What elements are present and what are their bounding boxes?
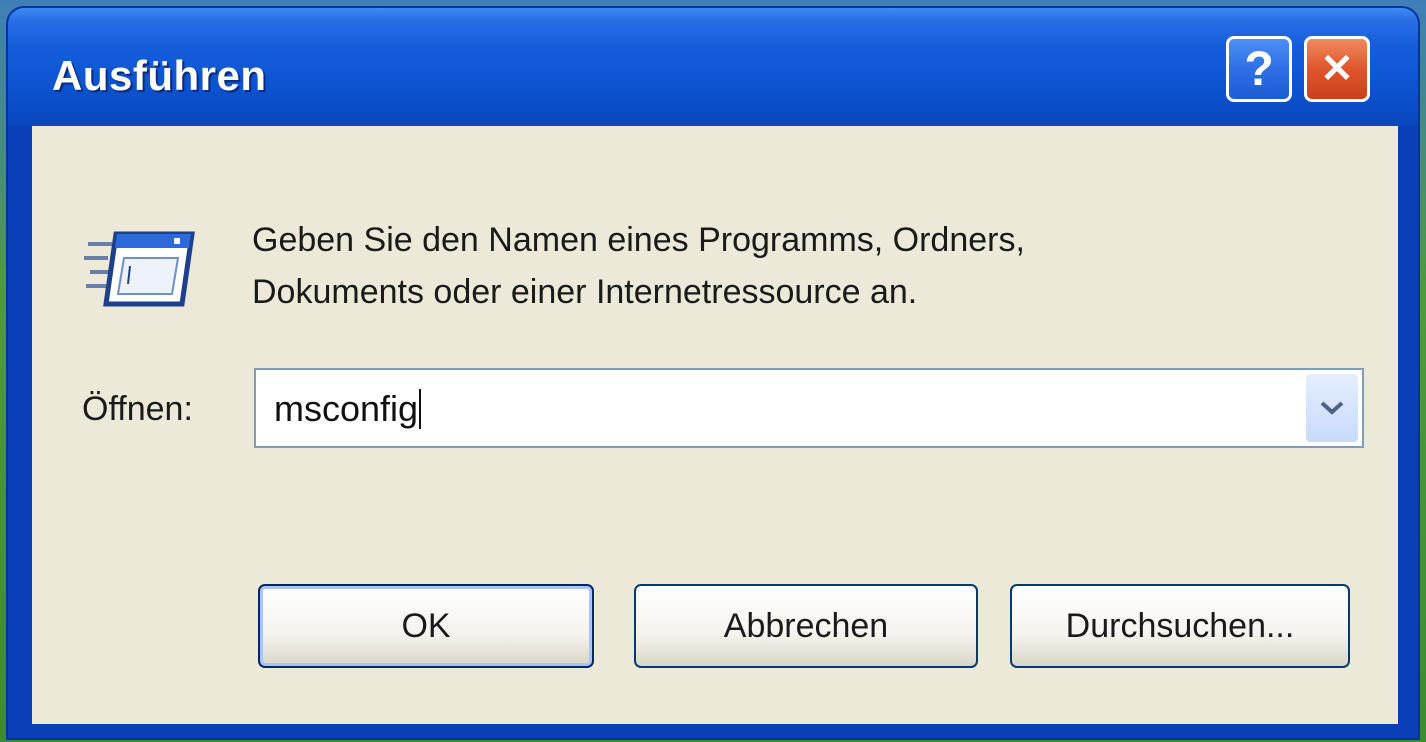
title-bar[interactable]: Ausführen ? ✕ [8, 8, 1418, 126]
dialog-description: Geben Sie den Namen eines Programms, Ord… [252, 214, 1025, 318]
description-line-1: Geben Sie den Namen eines Programms, Ord… [252, 221, 1025, 259]
cancel-button[interactable]: Abbrechen [634, 584, 978, 668]
help-icon: ? [1244, 42, 1274, 96]
open-label: Öffnen: [82, 390, 193, 428]
open-input-text: msconfig [274, 388, 419, 429]
dialog-body: Geben Sie den Namen eines Programms, Ord… [32, 126, 1398, 724]
ok-button[interactable]: OK [258, 584, 594, 668]
dropdown-button[interactable] [1306, 374, 1358, 442]
run-dialog: Ausführen ? ✕ Geben Sie den Namen eines … [8, 8, 1418, 738]
window-title: Ausführen [52, 52, 267, 99]
open-input[interactable]: msconfig [274, 388, 422, 430]
close-icon: ✕ [1320, 47, 1354, 91]
close-button[interactable]: ✕ [1304, 36, 1370, 102]
run-program-icon [84, 231, 195, 307]
chevron-down-icon [1320, 401, 1344, 415]
text-caret [419, 389, 422, 429]
description-line-2: Dokuments oder einer Internetressource a… [252, 273, 918, 311]
browse-button[interactable]: Durchsuchen... [1010, 584, 1350, 668]
help-button[interactable]: ? [1226, 36, 1292, 102]
open-combobox[interactable]: msconfig [254, 368, 1364, 448]
